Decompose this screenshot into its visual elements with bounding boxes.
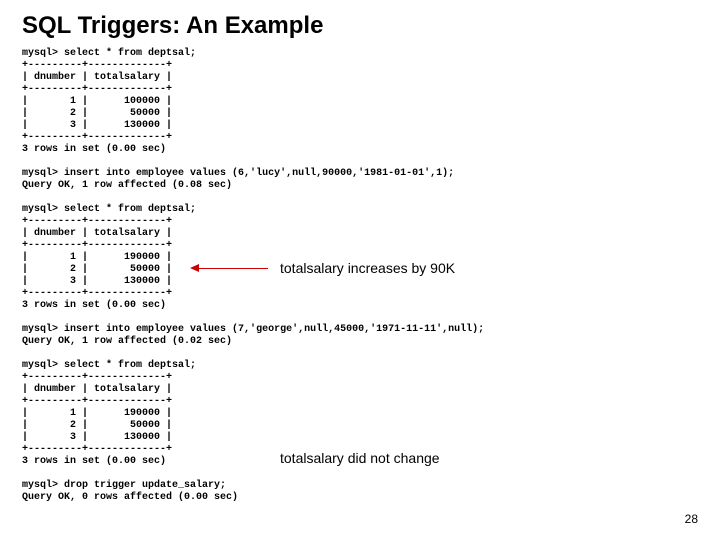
slide: SQL Triggers: An Example mysql> select *…	[0, 0, 720, 540]
query-result: Query OK, 0 rows affected (0.00 sec)	[22, 492, 238, 503]
sql-select: select * from deptsal;	[64, 48, 196, 59]
query-result: Query OK, 1 row affected (0.08 sec)	[22, 180, 232, 191]
annotation-nochange: totalsalary did not change	[280, 450, 440, 466]
prompt: mysql>	[22, 48, 58, 59]
table-border: +---------+-------------+	[22, 372, 172, 383]
table-row: | 1 | 190000 |	[22, 408, 172, 419]
sql-drop: drop trigger update_salary;	[64, 480, 226, 491]
sql-select: select * from deptsal;	[64, 204, 196, 215]
arrow-shaft	[198, 268, 268, 269]
table-border: +---------+-------------+	[22, 240, 172, 251]
table-header: | dnumber | totalsalary |	[22, 72, 172, 83]
table-border: +---------+-------------+	[22, 216, 172, 227]
prompt: mysql>	[22, 480, 58, 491]
prompt: mysql>	[22, 360, 58, 371]
prompt: mysql>	[22, 168, 58, 179]
rows-msg: 3 rows in set (0.00 sec)	[22, 300, 166, 311]
prompt: mysql>	[22, 204, 58, 215]
sql-insert: insert into employee values (7,'george',…	[64, 324, 484, 335]
query-result: Query OK, 1 row affected (0.02 sec)	[22, 336, 232, 347]
table-border: +---------+-------------+	[22, 444, 172, 455]
table-header: | dnumber | totalsalary |	[22, 384, 172, 395]
table-border: +---------+-------------+	[22, 132, 172, 143]
table-row: | 2 | 50000 |	[22, 108, 172, 119]
slide-title: SQL Triggers: An Example	[22, 12, 698, 40]
table-border: +---------+-------------+	[22, 396, 172, 407]
prompt: mysql>	[22, 324, 58, 335]
table-row: | 1 | 100000 |	[22, 96, 172, 107]
sql-select: select * from deptsal;	[64, 360, 196, 371]
table-row: | 2 | 50000 |	[22, 420, 172, 431]
table-row: | 2 | 50000 |	[22, 264, 172, 275]
table-row: | 3 | 130000 |	[22, 120, 172, 131]
table-row: | 1 | 190000 |	[22, 252, 172, 263]
table-border: +---------+-------------+	[22, 60, 172, 71]
rows-msg: 3 rows in set (0.00 sec)	[22, 144, 166, 155]
page-number: 28	[685, 512, 698, 526]
annotation-increase: totalsalary increases by 90K	[280, 260, 455, 276]
rows-msg: 3 rows in set (0.00 sec)	[22, 456, 166, 467]
table-row: | 3 | 130000 |	[22, 276, 172, 287]
table-border: +---------+-------------+	[22, 288, 172, 299]
table-row: | 3 | 130000 |	[22, 432, 172, 443]
table-border: +---------+-------------+	[22, 84, 172, 95]
console-output: mysql> select * from deptsal; +---------…	[22, 48, 698, 504]
table-header: | dnumber | totalsalary |	[22, 228, 172, 239]
sql-insert: insert into employee values (6,'lucy',nu…	[64, 168, 454, 179]
